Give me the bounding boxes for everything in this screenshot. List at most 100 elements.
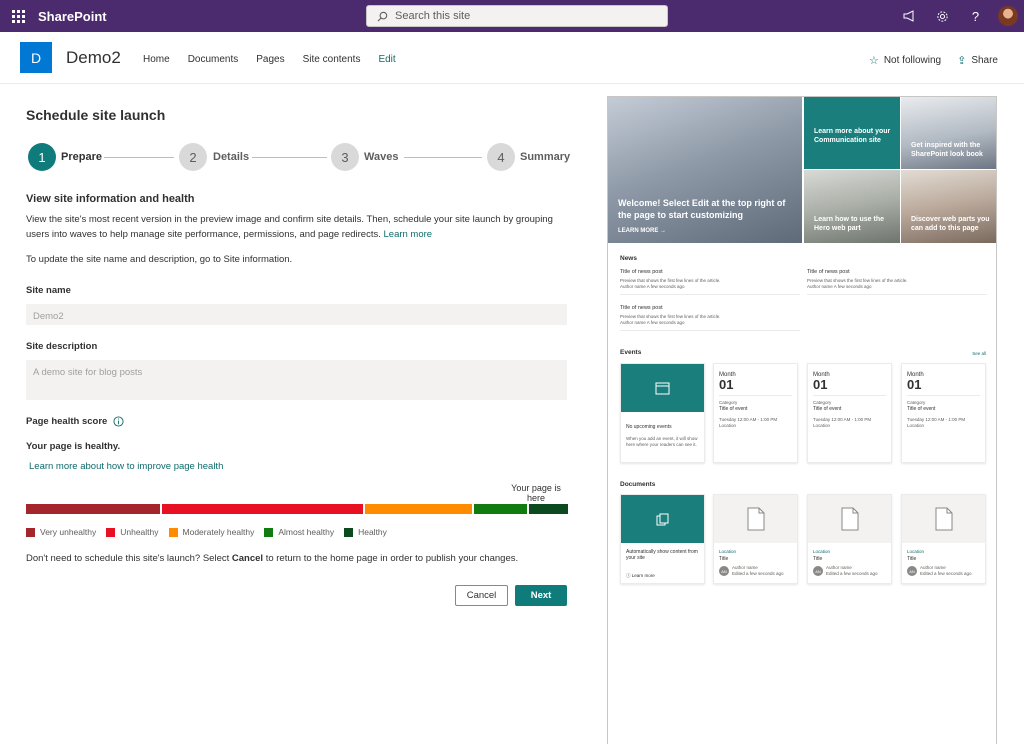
legend-item: Moderately healthy (168, 527, 255, 537)
hero-learn-more[interactable]: LEARN MORE → (618, 228, 666, 234)
event-location: Location (719, 423, 737, 428)
brand-name[interactable]: SharePoint (38, 9, 107, 24)
doc-author-avatar: AN (907, 566, 917, 576)
event-location: Location (907, 423, 925, 428)
hero-tile-3[interactable]: Get inspired with the SharePoint look bo… (901, 97, 996, 169)
hero-tile-5[interactable]: Discover web parts you can add to this p… (901, 170, 996, 243)
legend-swatch (106, 527, 116, 537)
step-connector (252, 157, 327, 158)
doc-title: Title (719, 556, 729, 562)
help-icon[interactable]: ? (959, 0, 992, 32)
legend-item: Almost healthy (264, 527, 334, 537)
suite-bar: SharePoint Search this site ? (0, 0, 1024, 32)
step-connector (104, 157, 174, 158)
hero-main-text: Welcome! Select Edit at the top right of… (618, 198, 786, 220)
step-4-circle[interactable]: 4 (487, 143, 515, 171)
avatar[interactable] (998, 6, 1018, 26)
health-segment-almost-healthy (474, 504, 527, 514)
footer-post: to return to the home page in order to p… (263, 553, 519, 564)
legend-label: Moderately healthy (182, 527, 255, 537)
nav-home[interactable]: Home (143, 54, 170, 65)
doc-location: Location (907, 549, 925, 554)
nav-site-contents[interactable]: Site contents (303, 54, 361, 65)
health-link: Learn more about how to improve page hea… (26, 459, 571, 474)
documents-icon (621, 495, 704, 543)
hero-tile-2[interactable]: Learn more about your Communication site (804, 97, 900, 169)
event-card[interactable]: Month 01 Category Title of event Tuesday… (901, 363, 986, 463)
gear-icon[interactable] (926, 0, 959, 32)
legend-label: Healthy (358, 527, 387, 537)
file-icon (808, 495, 891, 543)
news-item-title: Title of news post (620, 305, 663, 311)
news-item[interactable]: Title of news post Preview that shows th… (620, 305, 800, 331)
docs-auto-text: Automatically show content from your sit… (626, 549, 698, 561)
hero-tile-4-text: Learn how to use the Hero web part (814, 216, 885, 232)
intro-text: View the site's most recent version in t… (26, 212, 571, 242)
document-card[interactable]: Location Title AN Author name Edited a few… (807, 494, 892, 584)
step-2-circle[interactable]: 2 (179, 143, 207, 171)
document-card-auto[interactable]: Automatically show content from your sit… (620, 494, 705, 584)
step-1-label[interactable]: Prepare (61, 151, 102, 163)
step-1-circle[interactable]: 1 (28, 143, 56, 171)
legend-swatch (168, 527, 178, 537)
panel-title: Schedule site launch (26, 107, 166, 123)
doc-author: AN Author name Edited a few seconds ago (719, 565, 784, 577)
documents-title: Documents (620, 481, 656, 488)
docs-learn-more[interactable]: ⓘ Learn more (626, 573, 699, 579)
learn-more-link[interactable]: Learn more (384, 229, 433, 240)
nav-documents[interactable]: Documents (188, 54, 239, 65)
news-item-author: Author name A few seconds ago (807, 284, 872, 289)
event-day: 01 (813, 377, 828, 392)
doc-author-avatar: AN (719, 566, 729, 576)
step-3-circle[interactable]: 3 (331, 143, 359, 171)
legend-swatch (264, 527, 274, 537)
health-bar (26, 504, 568, 514)
footer-pre: Don't need to schedule this site's launc… (26, 553, 232, 564)
site-logo[interactable]: D (20, 42, 52, 73)
event-card-empty[interactable]: No upcoming events When you add an event… (620, 363, 705, 463)
app-launcher-icon[interactable] (4, 0, 32, 32)
calendar-icon (621, 364, 704, 412)
document-card[interactable]: Location Title AN Author name Edited a few… (713, 494, 798, 584)
event-title: Title of event (907, 406, 936, 412)
info-icon[interactable] (113, 416, 124, 427)
hero-main-tile[interactable]: Welcome! Select Edit at the top right of… (608, 97, 802, 243)
nav-edit[interactable]: Edit (378, 54, 395, 65)
step-3-label[interactable]: Waves (364, 151, 398, 163)
step-4-label[interactable]: Summary (520, 151, 570, 163)
event-day: 01 (719, 377, 734, 392)
doc-title: Title (813, 556, 823, 562)
news-item-title: Title of news post (807, 269, 850, 275)
legend-item: Very unhealthy (26, 527, 96, 537)
share-button[interactable]: ⇪ Share (957, 54, 998, 67)
cancel-button[interactable]: Cancel (455, 585, 508, 606)
star-icon: ☆ (868, 55, 879, 67)
see-all-link[interactable]: See all (972, 351, 986, 356)
event-card[interactable]: Month 01 Category Title of event Tuesday… (713, 363, 798, 463)
doc-author: AN Author name Edited a few seconds ago (907, 565, 972, 577)
event-title: Title of event (813, 406, 842, 412)
megaphone-icon[interactable] (893, 0, 926, 32)
doc-edited-time: Edited a few seconds ago (826, 571, 878, 576)
step-2-label[interactable]: Details (213, 151, 249, 163)
legend-swatch (26, 527, 35, 537)
improve-health-link[interactable]: Learn more about how to improve page hea… (29, 461, 223, 472)
news-item[interactable]: Title of news post Preview that shows th… (620, 269, 800, 295)
stepper: 1 Prepare 2 Details 3 Waves 4 Summary (26, 143, 571, 173)
section-title: View site information and health (26, 193, 195, 205)
legend-item: Unhealthy (106, 527, 159, 537)
news-item[interactable]: Title of news post Preview that shows th… (807, 269, 987, 295)
next-button[interactable]: Next (515, 585, 567, 606)
hero-tile-4[interactable]: Learn how to use the Hero web part (804, 170, 900, 243)
document-card[interactable]: Location Title AN Author name Edited a few… (901, 494, 986, 584)
site-description-field[interactable]: A demo site for blog posts (26, 360, 567, 400)
file-icon (902, 495, 985, 543)
health-status: Your page is healthy. (26, 441, 121, 452)
site-name-field[interactable]: Demo2 (26, 304, 567, 325)
event-card[interactable]: Month 01 Category Title of event Tuesday… (807, 363, 892, 463)
search-box[interactable]: Search this site (366, 5, 668, 27)
follow-button[interactable]: ☆ Not following (869, 54, 941, 67)
nav-pages[interactable]: Pages (256, 54, 284, 65)
site-title[interactable]: Demo2 (66, 48, 121, 68)
doc-author-avatar: AN (813, 566, 823, 576)
